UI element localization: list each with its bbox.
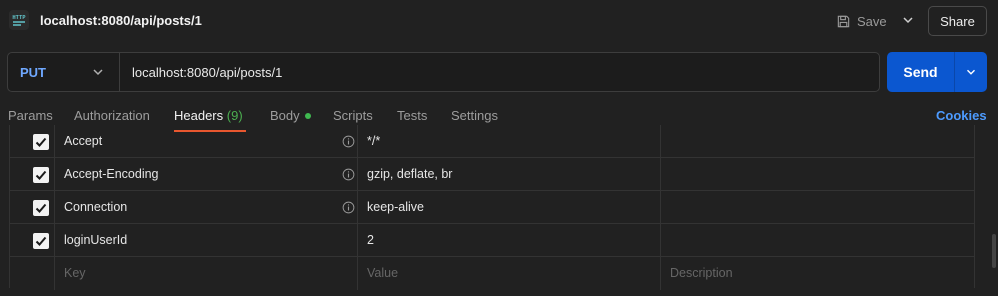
- header-value: gzip, deflate, br: [367, 167, 453, 181]
- save-options-chevron-down-icon[interactable]: [900, 12, 916, 28]
- row-checkbox[interactable]: [33, 134, 49, 150]
- value-cell[interactable]: Value: [358, 257, 661, 290]
- http-request-icon: HTTP: [9, 10, 29, 30]
- headers-table: Accept */* Accept-Encoding gzip, deflate…: [9, 125, 975, 290]
- tab-label: Body: [270, 108, 300, 123]
- table-row: Accept-Encoding gzip, deflate, br: [10, 158, 974, 191]
- checkmark-icon: [35, 236, 47, 246]
- row-checkbox-cell: [10, 125, 55, 158]
- tab-headers[interactable]: Headers (9): [174, 108, 243, 123]
- save-button[interactable]: Save: [836, 8, 892, 34]
- checkmark-icon: [35, 170, 47, 180]
- description-input[interactable]: Description: [670, 266, 733, 280]
- value-cell[interactable]: gzip, deflate, br: [358, 158, 661, 191]
- method-label: PUT: [20, 64, 46, 80]
- value-cell[interactable]: keep-alive: [358, 191, 661, 224]
- method-select[interactable]: PUT: [8, 53, 120, 91]
- row-checkbox[interactable]: [33, 200, 49, 216]
- header-value: keep-alive: [367, 200, 424, 214]
- tab-tests[interactable]: Tests: [397, 108, 427, 123]
- send-options-button[interactable]: [955, 52, 987, 92]
- checkmark-icon: [35, 137, 47, 147]
- value-cell[interactable]: */*: [358, 125, 661, 158]
- tab-label: Authorization: [74, 108, 150, 123]
- key-cell[interactable]: Connection: [55, 191, 358, 224]
- cookies-link[interactable]: Cookies: [936, 108, 987, 123]
- request-title[interactable]: localhost:8080/api/posts/1: [40, 13, 202, 28]
- url-input[interactable]: localhost:8080/api/posts/1: [132, 65, 282, 80]
- tab-label: Scripts: [333, 108, 373, 123]
- chevron-down-icon: [93, 69, 103, 76]
- tab-label: Tests: [397, 108, 428, 123]
- key-cell[interactable]: Accept: [55, 125, 358, 158]
- value-input[interactable]: Value: [367, 266, 398, 280]
- table-row: loginUserId 2: [10, 224, 974, 257]
- header-key: Accept: [64, 134, 103, 148]
- scrollbar[interactable]: [992, 234, 996, 268]
- save-label: Save: [857, 13, 887, 29]
- tab-body[interactable]: Body: [270, 108, 311, 123]
- tab-label: Headers: [174, 108, 224, 123]
- value-cell[interactable]: 2: [358, 224, 661, 257]
- send-button[interactable]: Send: [887, 52, 954, 92]
- row-checkbox-cell: [10, 224, 55, 257]
- url-bar: PUT localhost:8080/api/posts/1: [7, 52, 880, 92]
- key-cell[interactable]: Key: [55, 257, 358, 290]
- key-cell[interactable]: Accept-Encoding: [55, 158, 358, 191]
- request-header: HTTP localhost:8080/api/posts/1 Save Sha…: [0, 0, 998, 43]
- row-checkbox[interactable]: [33, 233, 49, 249]
- tab-scripts[interactable]: Scripts: [333, 108, 373, 123]
- row-checkbox[interactable]: [33, 167, 49, 183]
- description-cell[interactable]: [661, 158, 974, 191]
- svg-text:HTTP: HTTP: [12, 15, 26, 21]
- row-checkbox-cell: [10, 257, 55, 290]
- tab-params[interactable]: Params: [8, 108, 53, 123]
- header-key: loginUserId: [64, 233, 128, 247]
- header-value: 2: [367, 233, 374, 247]
- tab-authorization[interactable]: Authorization: [74, 108, 150, 123]
- tab-label: Params: [8, 108, 53, 123]
- description-cell[interactable]: [661, 224, 974, 257]
- tab-label: Settings: [451, 108, 498, 123]
- header-key: Accept-Encoding: [64, 167, 159, 181]
- tab-settings[interactable]: Settings: [451, 108, 498, 123]
- headers-count-badge: (9): [226, 108, 243, 123]
- description-cell[interactable]: Description: [661, 257, 974, 290]
- row-checkbox-cell: [10, 191, 55, 224]
- save-icon: [837, 15, 850, 27]
- key-cell[interactable]: loginUserId: [55, 224, 358, 257]
- info-icon[interactable]: [342, 168, 355, 181]
- description-cell[interactable]: [661, 125, 974, 158]
- key-input[interactable]: Key: [64, 266, 86, 280]
- body-indicator-dot: [304, 112, 311, 119]
- share-button[interactable]: Share: [928, 6, 987, 36]
- header-value: */*: [367, 134, 381, 148]
- row-checkbox-cell: [10, 158, 55, 191]
- table-row: Connection keep-alive: [10, 191, 974, 224]
- header-key: Connection: [64, 200, 128, 214]
- send-button-group: Send: [887, 52, 987, 92]
- table-row: Accept */*: [10, 125, 974, 158]
- description-cell[interactable]: [661, 191, 974, 224]
- info-icon[interactable]: [342, 135, 355, 148]
- info-icon[interactable]: [342, 201, 355, 214]
- chevron-down-icon: [967, 69, 975, 75]
- new-header-row: Key Value Description: [10, 257, 974, 290]
- checkmark-icon: [35, 203, 47, 213]
